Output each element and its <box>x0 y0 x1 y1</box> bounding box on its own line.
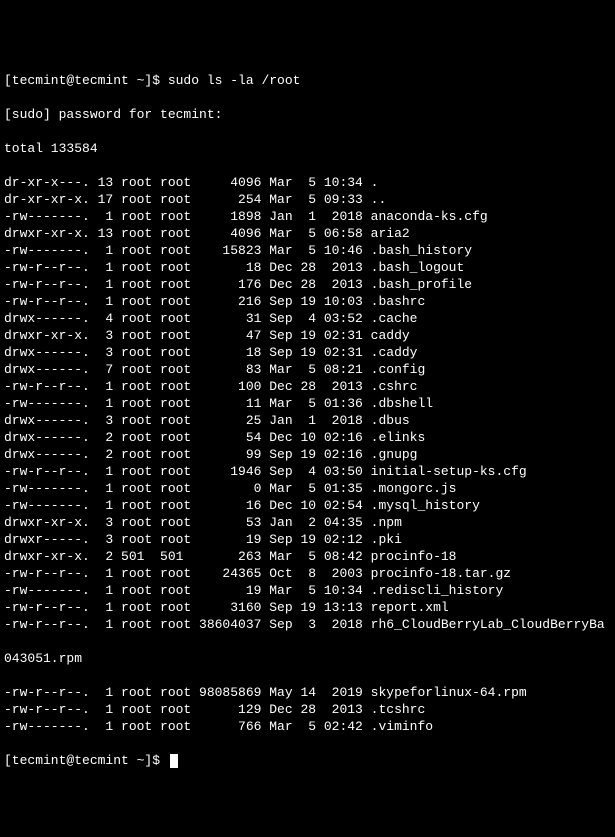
listing-row: drwxr-xr-x. 3 root root 53 Jan 2 04:35 .… <box>4 514 611 531</box>
listing-row: drwx------. 3 root root 25 Jan 1 2018 .d… <box>4 412 611 429</box>
file-listing: dr-xr-x---. 13 root root 4096 Mar 5 10:3… <box>4 174 611 633</box>
listing-row: drwx------. 7 root root 83 Mar 5 08:21 .… <box>4 361 611 378</box>
listing-row: drwx------. 2 root root 99 Sep 19 02:16 … <box>4 446 611 463</box>
listing-row: dr-xr-xr-x. 17 root root 254 Mar 5 09:33… <box>4 191 611 208</box>
listing-row: -rw-------. 1 root root 0 Mar 5 01:35 .m… <box>4 480 611 497</box>
listing-row: -rw-r--r--. 1 root root 24365 Oct 8 2003… <box>4 565 611 582</box>
listing-row: -rw-------. 1 root root 15823 Mar 5 10:4… <box>4 242 611 259</box>
listing-row: -rw-r--r--. 1 root root 129 Dec 28 2013 … <box>4 701 611 718</box>
listing-row: -rw-r--r--. 1 root root 100 Dec 28 2013 … <box>4 378 611 395</box>
listing-row: dr-xr-x---. 13 root root 4096 Mar 5 10:3… <box>4 174 611 191</box>
listing-row: -rw-------. 1 root root 1898 Jan 1 2018 … <box>4 208 611 225</box>
listing-row: -rw-------. 1 root root 19 Mar 5 10:34 .… <box>4 582 611 599</box>
listing-row: -rw-r--r--. 1 root root 1946 Sep 4 03:50… <box>4 463 611 480</box>
listing-row: -rw-r--r--. 1 root root 98085869 May 14 … <box>4 684 611 701</box>
listing-row: drwxr-xr-x. 13 root root 4096 Mar 5 06:5… <box>4 225 611 242</box>
listing-row: drwx------. 3 root root 18 Sep 19 02:31 … <box>4 344 611 361</box>
listing-row: drwxr-----. 3 root root 19 Sep 19 02:12 … <box>4 531 611 548</box>
file-listing-2: -rw-r--r--. 1 root root 98085869 May 14 … <box>4 684 611 735</box>
listing-row: -rw-------. 1 root root 766 Mar 5 02:42 … <box>4 718 611 735</box>
shell-prompt[interactable]: [tecmint@tecmint ~]$ <box>4 753 178 768</box>
listing-row: drwx------. 4 root root 31 Sep 4 03:52 .… <box>4 310 611 327</box>
total-line: total 133584 <box>4 140 611 157</box>
command-prompt-line: [tecmint@tecmint ~]$ sudo ls -la /root <box>4 72 611 89</box>
password-prompt: [sudo] password for tecmint: <box>4 106 611 123</box>
listing-row: -rw-r--r--. 1 root root 38604037 Sep 3 2… <box>4 616 611 633</box>
listing-row: drwx------. 2 root root 54 Dec 10 02:16 … <box>4 429 611 446</box>
wrapped-filename: 043051.rpm <box>4 650 611 667</box>
listing-row: -rw-r--r--. 1 root root 216 Sep 19 10:03… <box>4 293 611 310</box>
listing-row: -rw-------. 1 root root 11 Mar 5 01:36 .… <box>4 395 611 412</box>
listing-row: drwxr-xr-x. 2 501 501 263 Mar 5 08:42 pr… <box>4 548 611 565</box>
listing-row: -rw-r--r--. 1 root root 3160 Sep 19 13:1… <box>4 599 611 616</box>
cursor-icon <box>170 754 178 768</box>
listing-row: -rw-r--r--. 1 root root 18 Dec 28 2013 .… <box>4 259 611 276</box>
listing-row: drwxr-xr-x. 3 root root 47 Sep 19 02:31 … <box>4 327 611 344</box>
listing-row: -rw-------. 1 root root 16 Dec 10 02:54 … <box>4 497 611 514</box>
listing-row: -rw-r--r--. 1 root root 176 Dec 28 2013 … <box>4 276 611 293</box>
